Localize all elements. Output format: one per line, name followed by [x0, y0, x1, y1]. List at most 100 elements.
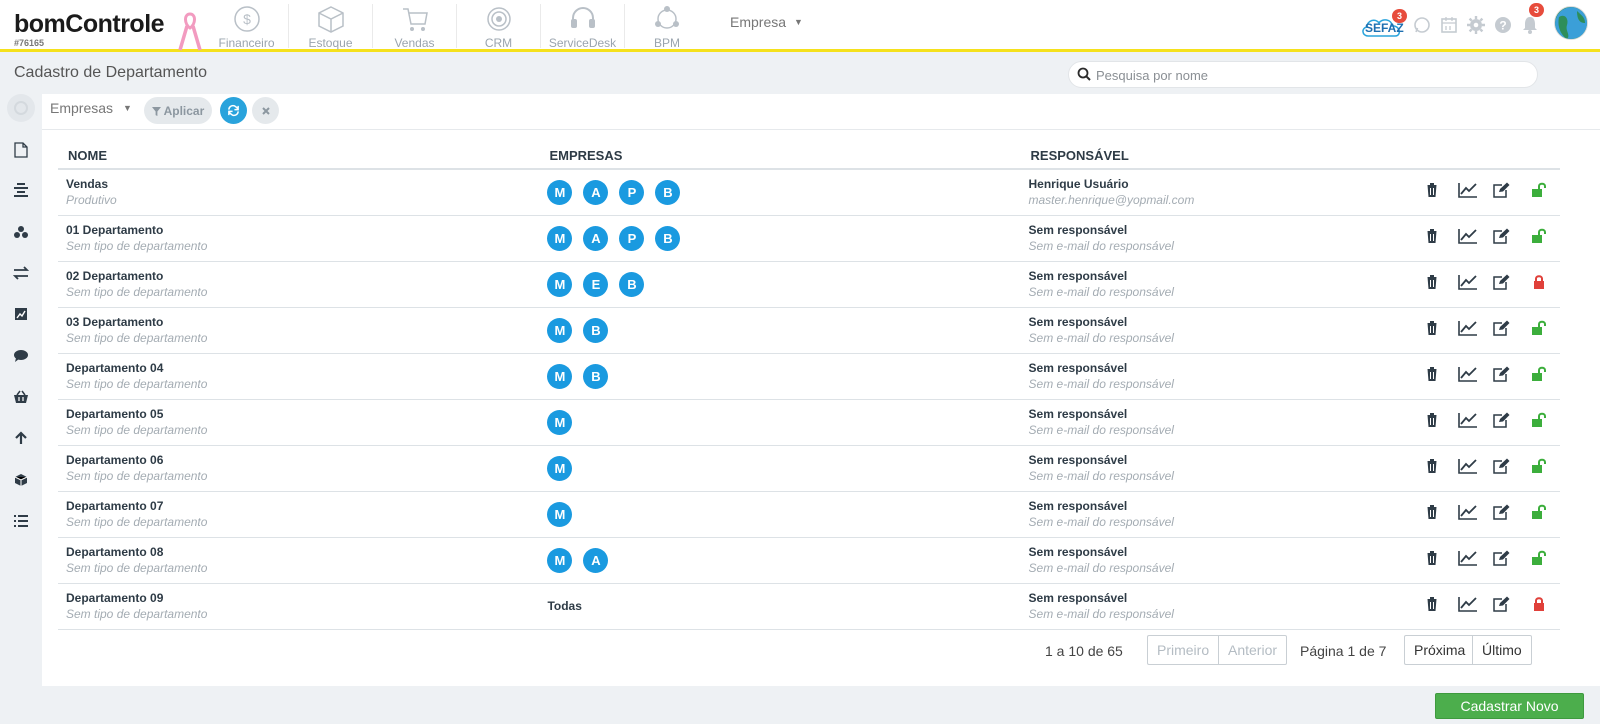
delete-icon[interactable]	[1425, 412, 1445, 432]
edit-icon[interactable]	[1492, 504, 1512, 524]
table-row[interactable]: 02 Departamento Sem tipo de departamento…	[58, 261, 1560, 308]
department-name[interactable]: 01 Departamento	[66, 223, 539, 237]
chart-icon[interactable]	[1458, 228, 1478, 248]
refresh-button[interactable]	[220, 97, 247, 124]
edit-icon[interactable]	[1492, 320, 1512, 340]
sidebar-item-documents[interactable]	[11, 140, 31, 160]
sidebar-item-chat[interactable]	[11, 346, 31, 366]
search-input[interactable]	[1096, 64, 1526, 86]
empresa-dropdown[interactable]: Empresa ▼	[730, 14, 803, 30]
delete-icon[interactable]	[1425, 458, 1445, 478]
unlock-icon[interactable]	[1531, 504, 1551, 524]
chart-icon[interactable]	[1458, 458, 1478, 478]
settings-button[interactable]	[1467, 16, 1485, 39]
sidebar-item-products[interactable]	[11, 470, 31, 490]
company-chip[interactable]: B	[655, 225, 681, 251]
whatsapp-button[interactable]	[1413, 16, 1431, 39]
department-name[interactable]: Departamento 05	[66, 407, 539, 421]
unlock-icon[interactable]	[1531, 412, 1551, 432]
apply-filter-button[interactable]: Aplicar	[144, 97, 212, 124]
delete-icon[interactable]	[1425, 504, 1445, 524]
search-box[interactable]	[1068, 61, 1538, 88]
column-header-empresas[interactable]: EMPRESAS	[539, 142, 1021, 170]
chart-icon[interactable]	[1458, 366, 1478, 386]
sidebar-item-transfers[interactable]	[11, 263, 31, 283]
next-page-button[interactable]: Próxima	[1404, 635, 1475, 665]
chart-icon[interactable]	[1458, 504, 1478, 524]
table-row[interactable]: 03 Departamento Sem tipo de departamento…	[58, 307, 1560, 354]
edit-icon[interactable]	[1492, 228, 1512, 248]
department-name[interactable]: 03 Departamento	[66, 315, 539, 329]
column-header-responsavel[interactable]: RESPONSÁVEL	[1020, 142, 1331, 170]
company-chip[interactable]: B	[583, 363, 609, 389]
chart-icon[interactable]	[1458, 320, 1478, 340]
delete-icon[interactable]	[1425, 228, 1445, 248]
delete-icon[interactable]	[1425, 596, 1445, 616]
clear-filter-button[interactable]	[252, 97, 279, 124]
table-row[interactable]: Departamento 09 Sem tipo de departamento…	[58, 583, 1560, 630]
delete-icon[interactable]	[1425, 320, 1445, 340]
unlock-icon[interactable]	[1531, 182, 1551, 202]
empresas-filter-dropdown[interactable]: Empresas ▼	[50, 100, 132, 116]
delete-icon[interactable]	[1425, 550, 1445, 570]
help-button[interactable]: ?	[1494, 16, 1512, 39]
department-name[interactable]: Vendas	[66, 177, 539, 191]
company-chip[interactable]: M	[547, 363, 573, 389]
chart-icon[interactable]	[1458, 550, 1478, 570]
module-servicedesk[interactable]: ServiceDesk	[541, 4, 625, 50]
delete-icon[interactable]	[1425, 182, 1445, 202]
edit-icon[interactable]	[1492, 412, 1512, 432]
company-chip[interactable]: M	[547, 179, 573, 205]
company-chip[interactable]: M	[547, 225, 573, 251]
calendar-button[interactable]	[1440, 16, 1458, 39]
department-name[interactable]: 02 Departamento	[66, 269, 539, 283]
table-row[interactable]: Departamento 06 Sem tipo de departamento…	[58, 445, 1560, 492]
edit-icon[interactable]	[1492, 550, 1512, 570]
department-name[interactable]: Departamento 04	[66, 361, 539, 375]
company-chip[interactable]: A	[583, 547, 609, 573]
lock-icon[interactable]	[1531, 596, 1551, 616]
company-chip[interactable]: M	[547, 409, 573, 435]
module-vendas[interactable]: Vendas	[373, 4, 457, 50]
edit-icon[interactable]	[1492, 596, 1512, 616]
company-chip[interactable]: M	[547, 547, 573, 573]
brand-logo[interactable]: bomControle #76165	[14, 10, 204, 50]
sidebar-toggle-button[interactable]	[7, 94, 35, 122]
company-chip[interactable]: P	[619, 225, 645, 251]
unlock-icon[interactable]	[1531, 366, 1551, 386]
unlock-icon[interactable]	[1531, 228, 1551, 248]
new-department-button[interactable]: Cadastrar Novo	[1435, 693, 1584, 719]
company-chip[interactable]: E	[583, 271, 609, 297]
sidebar-item-upload[interactable]	[11, 428, 31, 448]
chart-icon[interactable]	[1458, 412, 1478, 432]
sidebar-item-list[interactable]	[11, 511, 31, 531]
company-chip[interactable]: M	[547, 271, 573, 297]
sidebar-item-shop[interactable]	[11, 387, 31, 407]
company-chip[interactable]: M	[547, 317, 573, 343]
unlock-icon[interactable]	[1531, 320, 1551, 340]
company-chip[interactable]: B	[619, 271, 645, 297]
user-avatar[interactable]	[1554, 6, 1588, 40]
table-row[interactable]: Vendas Produtivo MAPB Henrique Usuário m…	[58, 169, 1560, 216]
department-name[interactable]: Departamento 08	[66, 545, 539, 559]
edit-icon[interactable]	[1492, 458, 1512, 478]
edit-icon[interactable]	[1492, 366, 1512, 386]
chart-icon[interactable]	[1458, 596, 1478, 616]
delete-icon[interactable]	[1425, 366, 1445, 386]
company-chip[interactable]: B	[655, 179, 681, 205]
company-chip[interactable]: M	[547, 501, 573, 527]
sidebar-item-modules[interactable]	[11, 222, 31, 242]
table-row[interactable]: 01 Departamento Sem tipo de departamento…	[58, 215, 1560, 262]
department-name[interactable]: Departamento 06	[66, 453, 539, 467]
table-row[interactable]: Departamento 08 Sem tipo de departamento…	[58, 537, 1560, 584]
unlock-icon[interactable]	[1531, 458, 1551, 478]
module-crm[interactable]: CRM	[457, 4, 541, 50]
department-name[interactable]: Departamento 07	[66, 499, 539, 513]
notifications-button[interactable]: 3	[1521, 3, 1544, 39]
table-row[interactable]: Departamento 07 Sem tipo de departamento…	[58, 491, 1560, 538]
edit-icon[interactable]	[1492, 182, 1512, 202]
previous-page-button[interactable]: Anterior	[1218, 635, 1288, 665]
delete-icon[interactable]	[1425, 274, 1445, 294]
module-financeiro[interactable]: $ Financeiro	[205, 4, 289, 50]
company-chip[interactable]: A	[583, 225, 609, 251]
